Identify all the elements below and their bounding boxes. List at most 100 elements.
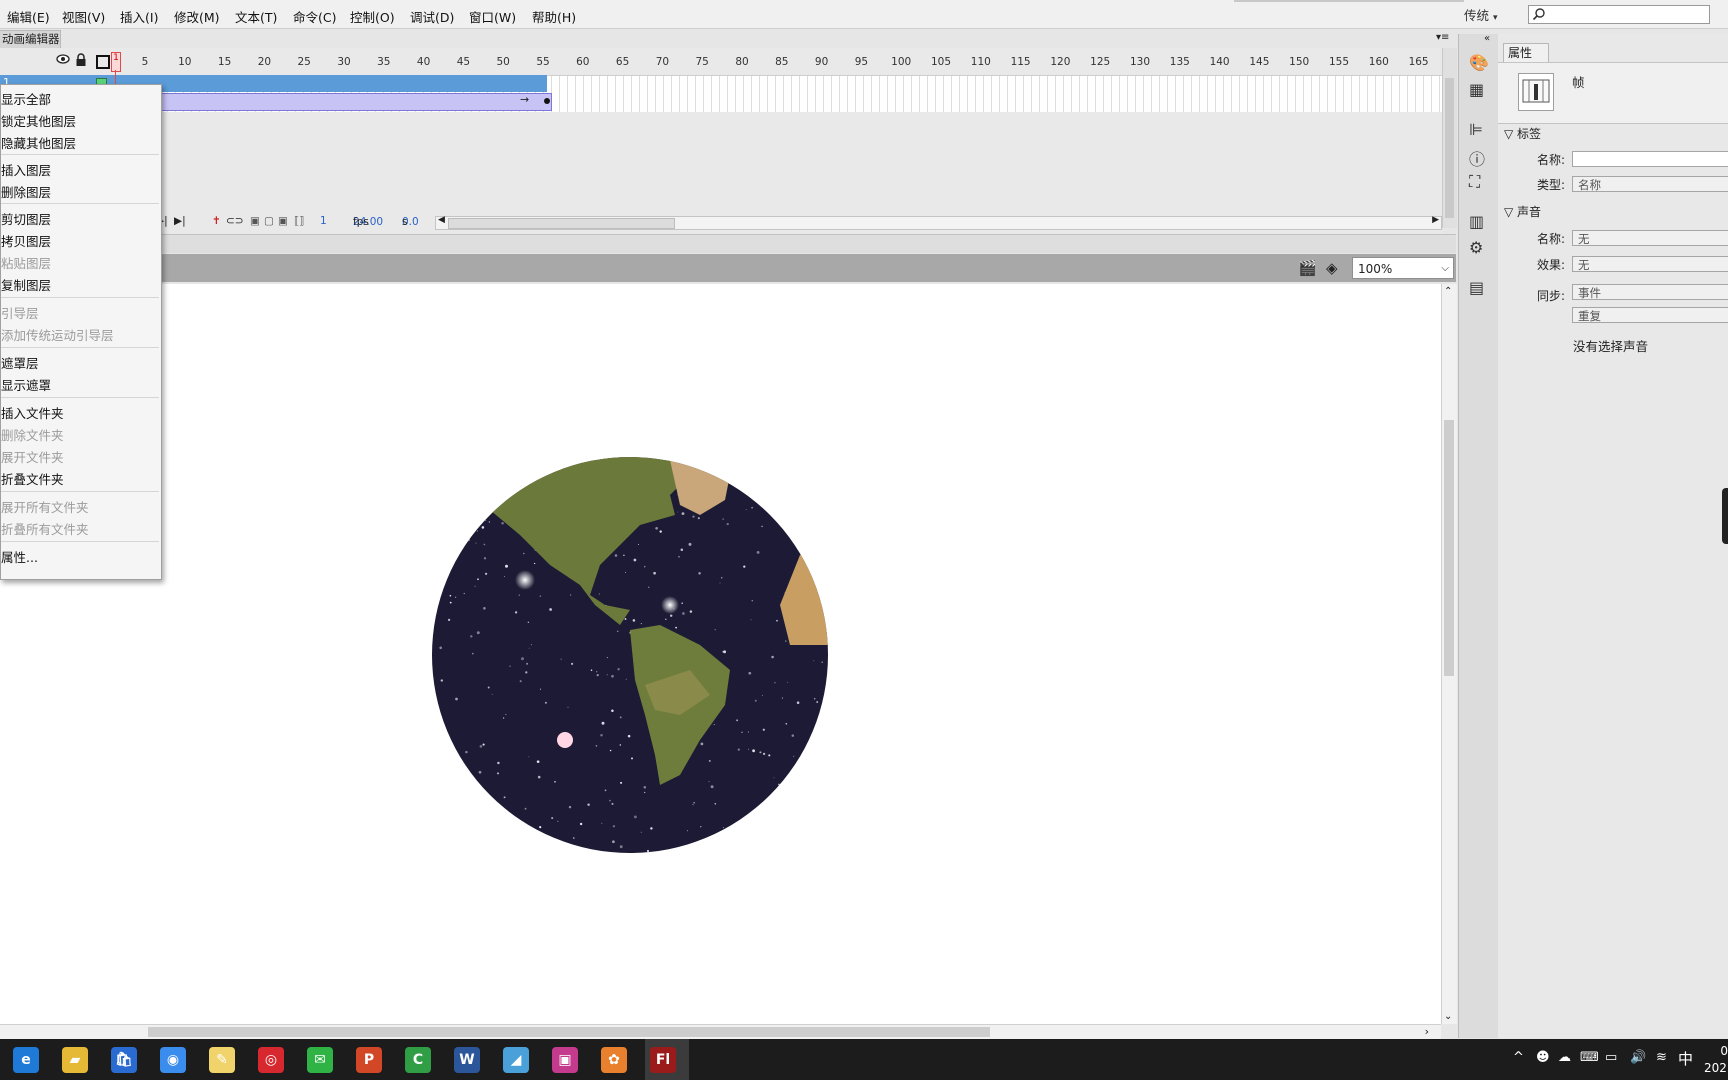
menu-help[interactable]: 帮助(H) — [532, 7, 576, 26]
onion-skin-icon[interactable]: ▣ — [250, 215, 260, 227]
last-frame-icon[interactable]: ▶| — [174, 215, 186, 227]
components-panel-icon[interactable]: ⚙ — [1469, 238, 1483, 257]
side-overlay-tab[interactable] — [1722, 488, 1728, 544]
menu-modify[interactable]: 修改(M) — [174, 7, 220, 26]
current-frame-readout[interactable]: 1 — [320, 215, 327, 227]
edit-multiple-frames-icon[interactable]: ▣ — [278, 215, 288, 227]
tray-app-icon[interactable]: ☻ — [1536, 1050, 1550, 1065]
keyframe-dot[interactable] — [544, 98, 550, 104]
word-icon[interactable]: W — [454, 1047, 480, 1073]
chrome-icon[interactable]: ◉ — [160, 1047, 186, 1073]
menu-debug[interactable]: 调试(D) — [410, 7, 454, 26]
sound-repeat-select[interactable]: 重复 — [1572, 307, 1728, 323]
scroll-thumb[interactable] — [1444, 420, 1454, 676]
workspace-switcher[interactable]: 传统 ▾ — [1464, 5, 1498, 24]
info-panel-icon[interactable]: ⓘ — [1469, 146, 1485, 170]
wifi-icon[interactable]: ≋ — [1656, 1050, 1667, 1065]
modify-onion-markers-icon[interactable]: ⟦⟧ — [294, 215, 304, 227]
playhead[interactable]: 1 — [111, 52, 121, 72]
context-menu-item[interactable]: 隐藏其他图层 — [1, 133, 76, 152]
library-panel-icon[interactable]: ▥ — [1469, 212, 1484, 231]
motion-presets-icon[interactable]: ▤ — [1469, 278, 1484, 297]
context-menu-item[interactable]: 锁定其他图层 — [1, 111, 76, 130]
timeline-ruler[interactable]: 5 10 15 20 25 30 35 40 45 50 55 60 65 70 75 80 85 90 95 100… — [112, 52, 1442, 72]
help-search-input[interactable] — [1528, 5, 1710, 24]
outline-icon[interactable] — [96, 55, 110, 69]
context-menu-item[interactable]: 拷贝图层 — [1, 231, 51, 250]
color-panel-icon[interactable]: 🎨 — [1469, 53, 1489, 72]
scroll-left-icon[interactable]: ◀ — [438, 215, 445, 225]
file-explorer-icon[interactable]: ▰ — [62, 1047, 88, 1073]
menu-insert[interactable]: 插入(I) — [120, 7, 158, 26]
sound-name-select[interactable]: 无 — [1572, 230, 1728, 246]
context-menu-item[interactable]: 折叠文件夹 — [1, 469, 64, 488]
context-menu-item[interactable]: 插入文件夹 — [1, 403, 64, 422]
eye-icon[interactable] — [56, 53, 70, 65]
ime-indicator[interactable]: 中 — [1678, 1048, 1693, 1069]
context-menu-item[interactable]: 显示全部 — [1, 89, 51, 108]
scroll-down-icon[interactable]: ⌄ — [1444, 1011, 1452, 1022]
notes-icon[interactable]: ✎ — [209, 1047, 235, 1073]
netease-music-icon[interactable]: ◎ — [258, 1047, 284, 1073]
zoom-select[interactable]: 100% ⌵ — [1352, 257, 1454, 279]
tray-expand-icon[interactable]: ^ — [1513, 1050, 1524, 1065]
stage-vertical-scrollbar[interactable]: ⌃ ⌄ — [1441, 284, 1457, 1024]
volume-icon[interactable]: 🔊 — [1630, 1050, 1646, 1065]
flash-icon[interactable]: Fl — [650, 1047, 676, 1073]
align-panel-icon[interactable]: ⊫ — [1469, 120, 1483, 139]
earth-globe-image[interactable] — [430, 455, 830, 855]
swatches-panel-icon[interactable]: ▦ — [1469, 80, 1484, 99]
context-menu-item[interactable]: 复制图层 — [1, 275, 51, 294]
scroll-thumb[interactable] — [148, 1027, 990, 1037]
context-menu-item[interactable]: 删除图层 — [1, 182, 51, 201]
timeline-vertical-scrollbar[interactable] — [1442, 48, 1457, 228]
properties-tab[interactable]: 属性 — [1503, 43, 1549, 62]
label-section-header[interactable]: ▽ 标签 — [1504, 125, 1541, 142]
timeline-horizontal-scrollbar[interactable]: ◀ ▶ — [435, 215, 1442, 230]
panel-menu-icon[interactable]: ▾≡ — [1436, 32, 1449, 43]
ime-mode-icon[interactable]: ⌨ — [1580, 1050, 1599, 1065]
menu-edit[interactable]: 编辑(E) — [7, 7, 50, 26]
menu-control[interactable]: 控制(O) — [350, 7, 395, 26]
panel-splitter[interactable] — [0, 234, 1456, 253]
context-menu-item[interactable]: 显示遮罩 — [1, 375, 51, 394]
edge-icon[interactable]: e — [13, 1047, 39, 1073]
stage-horizontal-scrollbar[interactable]: › — [0, 1024, 1441, 1040]
scroll-up-icon[interactable]: ⌃ — [1444, 286, 1452, 297]
scroll-thumb[interactable] — [448, 218, 675, 229]
menu-text[interactable]: 文本(T) — [235, 7, 277, 26]
color-tool-icon[interactable]: ▣ — [552, 1047, 578, 1073]
scroll-thumb[interactable] — [1445, 78, 1454, 218]
frame-name-input[interactable] — [1572, 151, 1728, 167]
lock-icon[interactable] — [75, 53, 87, 67]
collapse-panels-icon[interactable]: « — [1484, 33, 1490, 44]
center-frame-icon[interactable]: ✝ — [212, 215, 221, 227]
loop-icon[interactable]: ⊂⊃ — [226, 215, 244, 227]
timeline-tab[interactable]: 动画编辑器 — [0, 30, 61, 49]
sound-section-header[interactable]: ▽ 声音 — [1504, 203, 1541, 220]
edit-tool-icon[interactable]: ◢ — [503, 1047, 529, 1073]
wechat-icon[interactable]: ✉ — [307, 1047, 333, 1073]
scroll-right-icon[interactable]: ▶ — [1432, 215, 1439, 225]
edit-scene-icon[interactable]: 🎬 — [1298, 259, 1317, 277]
sound-sync-select[interactable]: 事件 — [1572, 284, 1728, 300]
classic-tween-span[interactable] — [140, 93, 552, 111]
flower-app-icon[interactable]: ✿ — [601, 1047, 627, 1073]
scroll-right-icon[interactable]: › — [1425, 1025, 1429, 1038]
powerpoint-icon[interactable]: P — [356, 1047, 382, 1073]
context-menu-item[interactable]: 遮罩层 — [1, 353, 39, 372]
context-menu-item[interactable]: 剪切图层 — [1, 209, 51, 228]
onion-outline-icon[interactable]: ▢ — [264, 215, 274, 227]
menu-window[interactable]: 窗口(W) — [469, 7, 516, 26]
menu-view[interactable]: 视图(V) — [62, 7, 105, 26]
edit-symbols-icon[interactable]: ◈ — [1326, 259, 1338, 277]
store-icon[interactable]: 🛍 — [111, 1047, 137, 1073]
camtasia-icon[interactable]: C — [405, 1047, 431, 1073]
context-menu-item[interactable]: 插入图层 — [1, 160, 51, 179]
context-menu-item[interactable]: 属性... — [1, 547, 38, 566]
sound-effect-select[interactable]: 无 — [1572, 256, 1728, 272]
onedrive-icon[interactable]: ☁ — [1558, 1050, 1571, 1065]
transform-panel-icon[interactable]: ⛶ — [1469, 172, 1480, 192]
label-type-select[interactable]: 名称 — [1572, 176, 1728, 192]
system-clock[interactable]: 0 202 — [1704, 1043, 1728, 1077]
